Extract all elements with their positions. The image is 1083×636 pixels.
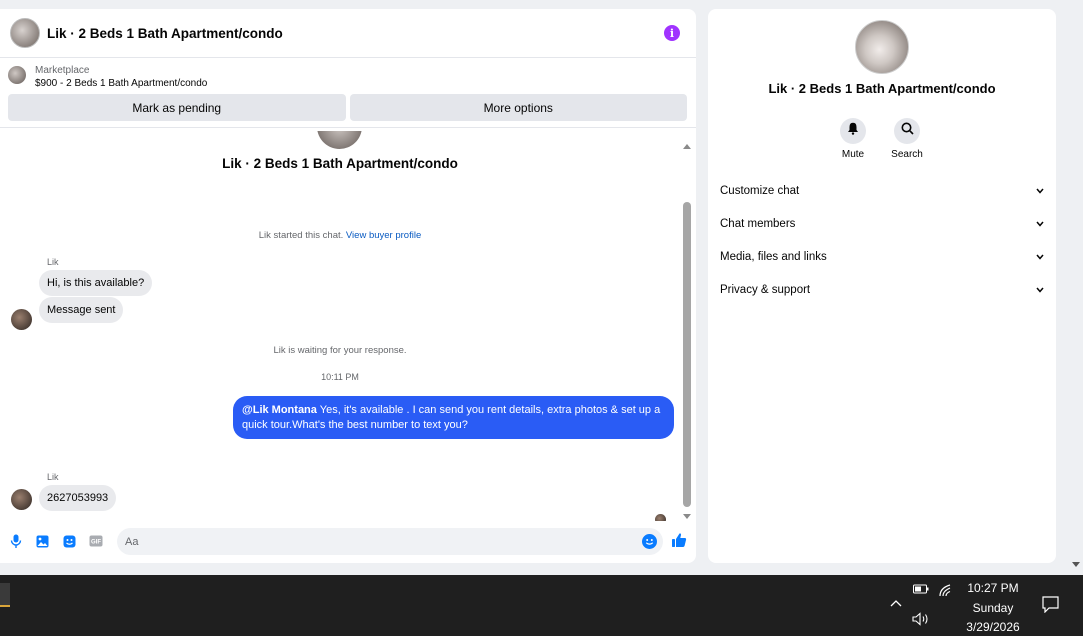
gif-icon[interactable]: GIF [89,534,103,548]
search-icon [901,122,914,140]
wifi-icon[interactable] [938,583,954,597]
taskbar: 10:27 PM Sunday 3/29/2026 [0,575,1083,636]
chat-panel: Lik · 2 Beds 1 Bath Apartment/condo i Ma… [0,9,696,563]
section-media-files-links[interactable]: Media, files and links [720,247,1045,267]
listing-actions: Mark as pending More options [0,94,696,128]
scroll-thumb[interactable] [683,202,691,507]
listing-title: $900 - 2 Beds 1 Bath Apartment/condo [35,78,208,89]
page-scroll-down-arrow-icon[interactable] [1072,562,1080,567]
clock-date: 3/29/2026 [966,620,1020,634]
chevron-down-icon [1035,219,1045,229]
section-customize-chat[interactable]: Customize chat [720,181,1045,201]
section-label: Chat members [720,218,796,230]
search-button[interactable] [894,118,920,144]
sender-name: Lik [47,472,59,482]
marketplace-listing[interactable]: Marketplace $900 - 2 Beds 1 Bath Apartme… [0,58,696,94]
chevron-down-icon [1035,252,1045,262]
mention[interactable]: @Lik Montana [242,404,317,416]
info-title: Lik · 2 Beds 1 Bath Apartment/condo [768,81,996,96]
message-timestamp: 10:11 PM [321,372,359,382]
conversation-title: Lik · 2 Beds 1 Bath Apartment/condo [222,156,458,171]
photo-icon[interactable] [35,534,49,548]
scroll-up-arrow-icon[interactable] [683,144,691,149]
listing-thumbnail [8,66,26,84]
outgoing-message[interactable]: @Lik Montana Yes, it's available . I can… [233,396,674,439]
section-label: Media, files and links [720,251,827,263]
view-buyer-profile-link[interactable]: View buyer profile [346,230,421,241]
message-input[interactable] [117,528,617,555]
chat-started-notice: Lik started this chat. View buyer profil… [0,230,680,241]
bell-icon [847,122,859,140]
notifications-icon[interactable] [1042,596,1059,613]
search-label: Search [891,149,923,160]
waiting-notice: Lik is waiting for your response. [273,345,407,356]
chevron-down-icon [1035,285,1045,295]
info-avatar[interactable] [855,20,909,74]
section-label: Privacy & support [720,284,811,296]
info-icon[interactable]: i [664,25,680,41]
incoming-message[interactable]: Hi, is this available? [39,270,153,296]
more-options-button[interactable]: More options [349,94,687,121]
chat-info-panel: Lik · 2 Beds 1 Bath Apartment/condo Mute… [708,9,1056,563]
chat-started-text: Lik started this chat. [258,230,344,241]
section-chat-members[interactable]: Chat members [720,214,1045,234]
mark-as-pending-button[interactable]: Mark as pending [8,94,346,121]
chat-title: Lik · 2 Beds 1 Bath Apartment/condo [47,25,283,41]
svg-text:GIF: GIF [91,540,101,546]
thumbs-up-icon[interactable] [671,532,687,548]
microphone-icon[interactable] [9,534,23,548]
sender-avatar[interactable] [11,309,32,330]
system-clock[interactable]: 10:27 PM Sunday 3/29/2026 [958,579,1028,636]
marketplace-label: Marketplace [35,65,90,76]
message-input-wrapper [117,528,663,555]
avatar[interactable] [10,18,40,48]
section-label: Customize chat [720,185,800,197]
incoming-message[interactable]: 2627053993 [39,485,117,511]
mute-label: Mute [841,149,865,160]
volume-icon[interactable] [912,612,930,626]
sticker-icon[interactable] [62,534,76,548]
clock-day: Sunday [972,600,1014,615]
conversation-avatar [317,131,362,149]
incoming-message[interactable]: Message sent [39,297,124,323]
message-scrollbar[interactable] [682,140,692,523]
message-list: Lik · 2 Beds 1 Bath Apartment/condo Lik … [0,131,680,521]
clock-time: 10:27 PM [967,581,1019,595]
message-composer: GIF [0,519,696,563]
sender-name: Lik [47,257,59,267]
battery-icon[interactable] [913,584,929,594]
sender-avatar[interactable] [11,489,32,510]
taskbar-app-icon[interactable] [0,583,10,607]
mute-button[interactable] [840,118,866,144]
chevron-down-icon [1035,186,1045,196]
chevron-up-icon[interactable] [890,599,902,607]
chat-header: Lik · 2 Beds 1 Bath Apartment/condo i [0,9,696,58]
section-privacy-support[interactable]: Privacy & support [720,280,1045,300]
emoji-icon[interactable] [642,534,657,549]
